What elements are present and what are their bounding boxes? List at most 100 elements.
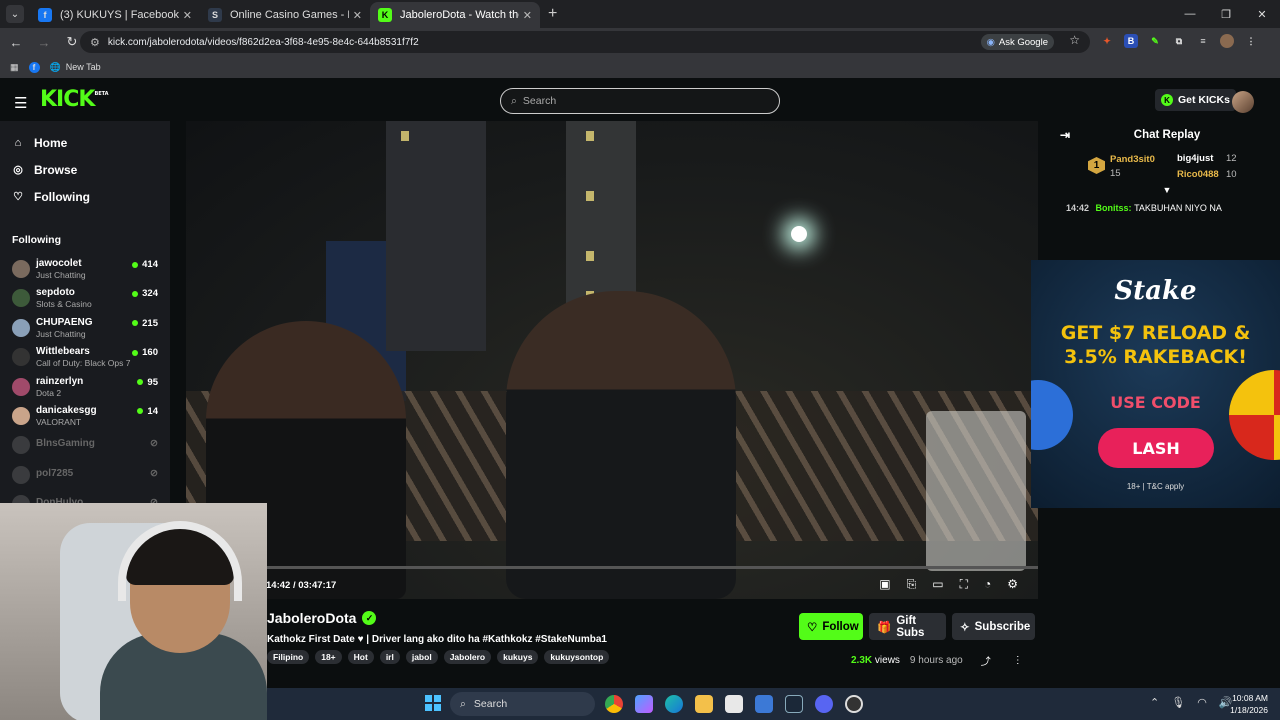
stream-tag[interactable]: irl [379,650,400,664]
windows-start-icon[interactable] [425,695,441,711]
following-item[interactable]: CHUPAENG Just Chatting 215 [0,315,170,344]
reading-list-icon[interactable]: ≡ [1196,34,1210,48]
ask-google-button[interactable]: ◉ Ask Google [980,34,1054,50]
file-explorer-icon[interactable] [695,695,713,713]
following-item[interactable]: pol7285 ⊘ [0,462,170,491]
steam-icon[interactable] [785,695,803,713]
follow-button[interactable]: ♡ Follow [799,613,863,640]
obs-icon[interactable] [845,695,863,713]
person-center [506,291,736,599]
leaderboard-count: 15 [1110,168,1121,179]
close-tab-icon[interactable]: ✕ [183,9,192,22]
following-item[interactable]: danicakesgg VALORANT 14 [0,403,170,432]
leaderboard-count: 12 [1226,153,1237,164]
duration: 03:47:17 [298,580,337,591]
following-item[interactable]: jawocolet Just Chatting 414 [0,256,170,285]
gift-subs-button[interactable]: 🎁 Gift Subs [869,613,946,640]
tab-facebook[interactable]: f (3) KUKUYS | Facebook ✕ [30,2,200,28]
browser-menu-icon[interactable]: ⋮ [1244,34,1258,48]
settings-gear-icon[interactable]: ⚙ [1007,577,1018,592]
heart-icon: ♡ [13,191,23,203]
close-tab-icon[interactable]: ✕ [523,9,532,22]
tab-jabolerodota[interactable]: K JaboleroDota - Watch the Video ✕ [370,2,540,28]
ad-code-button[interactable]: LASH [1098,428,1214,468]
nav-home[interactable]: ⌂ Home [0,129,170,156]
stream-tag[interactable]: Filipino [267,650,310,664]
stream-tag[interactable]: kukuysontop [544,650,610,664]
channel-name[interactable]: JaboleroDota [267,610,356,626]
user-avatar[interactable] [1232,91,1254,113]
minimize-icon[interactable]: — [1172,0,1208,28]
following-item[interactable]: sepdoto Slots & Casino 324 [0,285,170,314]
profile-avatar[interactable] [1220,34,1234,48]
time-display: 14:42 / 03:47:17 [266,580,337,591]
search-input[interactable] [522,95,753,107]
stream-tag[interactable]: Jabolero [443,650,492,664]
more-options-icon[interactable]: ⋮ [1013,655,1023,666]
new-tab-button[interactable]: + [548,5,557,23]
following-item[interactable]: Wittlebears Call of Duty: Black Ops 7 160 [0,344,170,373]
search-bar[interactable]: ⌕ [500,88,780,114]
subscribe-button[interactable]: ✧ Subscribe [952,613,1035,640]
chrome-icon[interactable] [605,695,623,713]
stream-tag[interactable]: 18+ [315,650,342,664]
clip-icon[interactable]: ⎘ [907,577,917,592]
gift-leaderboard: 1 Pand3sit0 15 big4just 12 Rico0488 10 [1054,149,1280,189]
following-item[interactable]: rainzerlyn Dota 2 95 [0,374,170,403]
miniplayer-icon[interactable]: ▣ [879,577,890,592]
theater-mode-icon[interactable]: ▭ [932,577,943,592]
restore-icon[interactable]: ❐ [1208,0,1244,28]
collapse-chat-icon[interactable]: ⇥ [1060,128,1070,142]
kick-logo[interactable]: KICKBETA [40,87,109,112]
extension-fox-icon[interactable]: ✦ [1100,34,1114,48]
stream-tag[interactable]: jabol [405,650,438,664]
bookmark-facebook[interactable]: f [28,61,40,73]
address-bar[interactable]: ⚙ kick.com/jabolerodota/videos/f862d2ea-… [80,31,1090,53]
message-user[interactable]: Bonitss: [1096,203,1132,213]
microphone-icon[interactable]: 🎙 [1171,696,1185,709]
leaderboard-name[interactable]: big4just [1177,153,1213,164]
beta-badge: BETA [94,91,109,97]
apps-grid-icon[interactable]: ▦ [10,62,19,73]
chevron-up-icon[interactable]: ⌃ [1150,696,1159,709]
forward-icon[interactable]: → [32,35,56,50]
channel-avatar [12,260,30,278]
tab-search-button[interactable]: ⌄ [6,5,24,23]
edge-icon[interactable] [665,695,683,713]
playback-speed-icon[interactable]: ◔ [984,577,991,592]
taskbar-search[interactable]: ⌕ Search [450,692,595,716]
stake-ad-banner[interactable]: Stake GET $7 RELOAD & 3.5% RAKEBACK! USE… [1031,260,1280,508]
chat-title: Chat Replay [1133,129,1201,141]
extensions-puzzle-icon[interactable]: ⧉ [1172,34,1186,48]
copilot-icon[interactable] [635,695,653,713]
share-icon[interactable]: ⤴ [981,653,991,668]
following-heading: Following [12,234,61,246]
leaderboard-name[interactable]: Rico0488 [1177,169,1219,180]
mail-icon[interactable] [755,695,773,713]
store-icon[interactable] [725,695,743,713]
stream-tag[interactable]: Hot [347,650,374,664]
nav-browse[interactable]: ◎ Browse [0,156,170,183]
bookmark-star-icon[interactable]: ☆ [1069,33,1080,47]
extension-leaf-icon[interactable]: ✎ [1148,34,1162,48]
bookmark-new-tab[interactable]: 🌐 New Tab [50,62,101,73]
close-window-icon[interactable]: ✕ [1244,0,1280,28]
discord-icon[interactable] [815,695,833,713]
get-kicks-button[interactable]: K Get KICKs [1155,89,1236,111]
extension-shield-icon[interactable]: B [1124,34,1138,48]
wifi-icon[interactable]: ◠ [1197,696,1207,709]
taskbar-clock[interactable]: 10:08 AM 1/18/2026 [1230,692,1268,716]
hamburger-menu-icon[interactable]: ☰ [14,94,27,112]
video-player[interactable]: 14:42 / 03:47:17 ▣ ⎘ ▭ ⛶ ◔ ⚙ [186,121,1038,599]
close-tab-icon[interactable]: ✕ [353,9,362,22]
tab-casino[interactable]: S Online Casino Games - Play Free ✕ [200,2,370,28]
fullscreen-icon[interactable]: ⛶ [960,577,968,592]
get-kicks-label: Get KICKs [1178,94,1230,106]
progress-bar[interactable] [186,566,1038,569]
following-item[interactable]: BlnsGaming ⊘ [0,432,170,461]
nav-following[interactable]: ♡ Following [0,183,170,210]
back-icon[interactable]: ← [4,35,28,50]
leaderboard-name[interactable]: Pand3sit0 [1110,154,1155,165]
stream-tag[interactable]: kukuys [497,650,539,664]
site-info-icon[interactable]: ⚙ [90,36,100,49]
